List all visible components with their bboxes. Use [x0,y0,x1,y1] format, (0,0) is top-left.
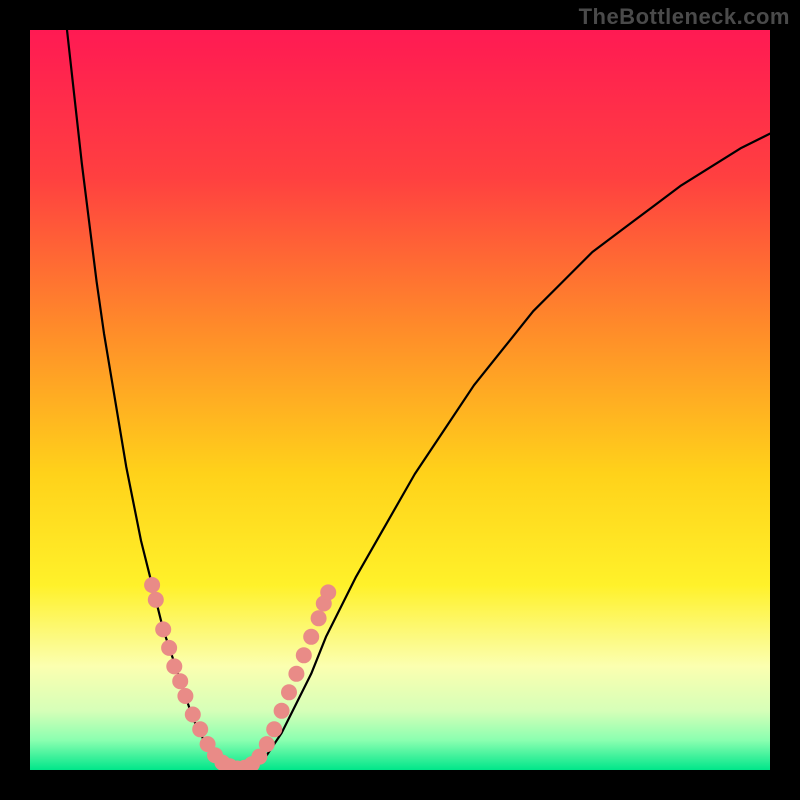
highlight-dot [288,666,304,682]
highlight-dot [259,736,275,752]
highlight-dot [192,721,208,737]
watermark-text: TheBottleneck.com [579,4,790,30]
highlight-dot [144,577,160,593]
bottleneck-curve-chart [30,30,770,770]
plot-area [30,30,770,770]
chart-frame: TheBottleneck.com [0,0,800,800]
highlight-dot [172,673,188,689]
highlight-dot [296,647,312,663]
highlight-dot [266,721,282,737]
highlight-dot [148,592,164,608]
gradient-background [30,30,770,770]
highlight-dot [281,684,297,700]
highlight-dot [177,688,193,704]
highlight-dot [185,707,201,723]
highlight-dot [320,584,336,600]
highlight-dot [161,640,177,656]
highlight-dot [274,703,290,719]
highlight-dot [155,621,171,637]
highlight-dot [166,658,182,674]
highlight-dot [303,629,319,645]
highlight-dot [311,610,327,626]
